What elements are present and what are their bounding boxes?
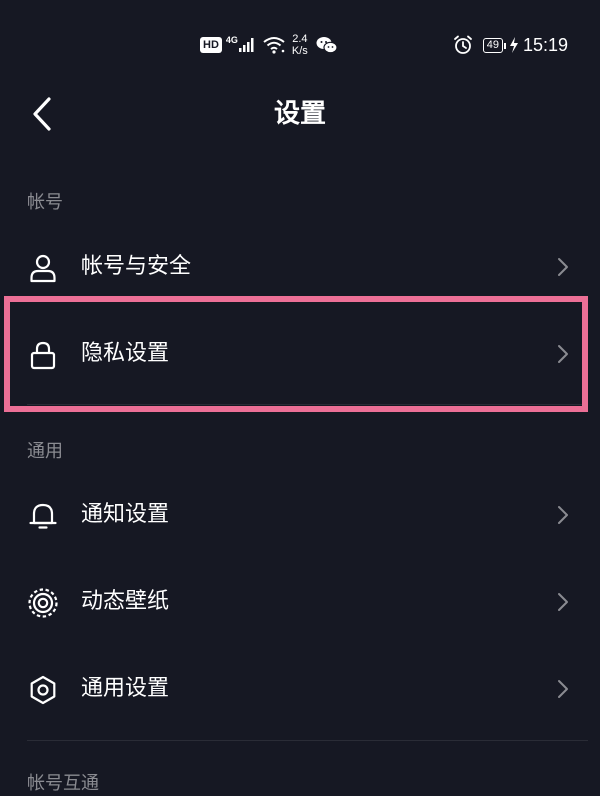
divider <box>27 740 588 741</box>
battery-indicator: 49 <box>482 37 507 53</box>
section-header-general: 通用 <box>27 441 63 462</box>
section-header-account: 帐号 <box>27 192 63 213</box>
chevron-right-icon <box>558 506 568 524</box>
user-icon <box>30 254 56 283</box>
status-bar: HD 4G 2.4 K/s 49 15:19 <box>0 0 600 90</box>
charging-icon <box>509 37 518 53</box>
settings-row-notifications[interactable]: 通知设置 <box>0 483 600 547</box>
settings-row-privacy[interactable]: 隐私设置 <box>0 322 600 386</box>
settings-row-account-security[interactable]: 帐号与安全 <box>0 235 600 299</box>
row-label: 通知设置 <box>81 502 170 527</box>
chevron-right-icon <box>558 593 568 611</box>
row-label: 动态壁纸 <box>81 589 170 614</box>
clock: 15:19 <box>522 34 568 55</box>
alarm-icon <box>453 35 472 54</box>
divider <box>27 404 588 405</box>
speed-value: 2.4 <box>292 33 308 45</box>
row-label: 通用设置 <box>81 676 170 701</box>
chevron-right-icon <box>558 258 568 276</box>
network-speed: 2.4 K/s <box>292 33 308 57</box>
wechat-icon <box>316 37 338 54</box>
status-bar-indicators: HD 4G 2.4 K/s <box>200 31 338 59</box>
wifi-icon <box>263 37 285 54</box>
chevron-right-icon <box>558 345 568 363</box>
row-label: 帐号与安全 <box>81 254 192 279</box>
chevron-right-icon <box>558 680 568 698</box>
settings-row-live-wallpaper[interactable]: 动态壁纸 <box>0 570 600 634</box>
status-bar-right: 49 15:19 <box>453 33 568 57</box>
speed-unit: K/s <box>291 45 308 57</box>
row-label: 隐私设置 <box>81 341 170 366</box>
gear-icon <box>30 675 56 705</box>
settings-row-general[interactable]: 通用设置 <box>0 657 600 721</box>
network-type: 4G <box>225 35 238 45</box>
bell-icon <box>29 503 57 529</box>
hd-badge: HD <box>200 37 222 53</box>
header: 设置 <box>0 90 600 138</box>
section-header-account-interop: 帐号互通 <box>27 773 99 794</box>
wallpaper-icon <box>28 588 58 618</box>
signal-icon <box>238 38 254 52</box>
page-title: 设置 <box>273 99 326 129</box>
lock-icon <box>30 341 56 370</box>
